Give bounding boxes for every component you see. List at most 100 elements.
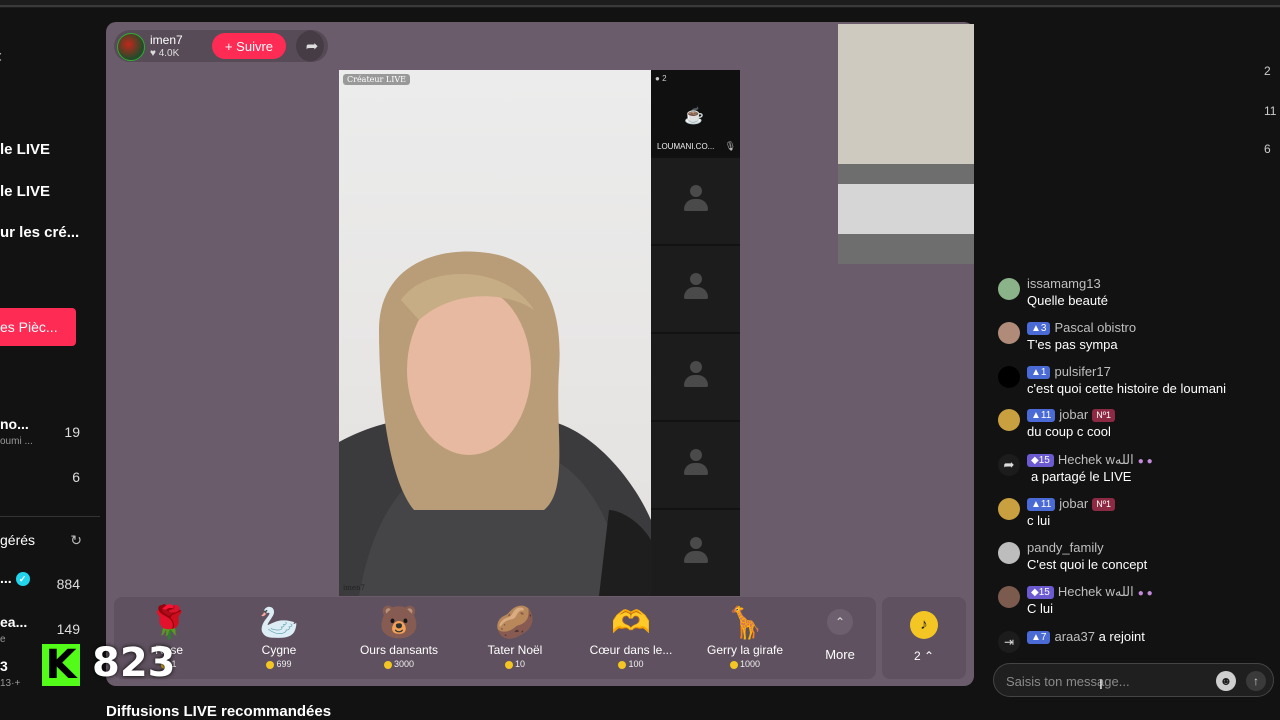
gift-ours-dansants[interactable]: 🐻 Ours dansants 3000 — [344, 597, 454, 679]
avatar[interactable] — [998, 586, 1020, 608]
top-divider — [0, 5, 1280, 7]
account-count: 19 — [64, 424, 80, 440]
level-value: 15 — [1038, 455, 1050, 466]
managed-section-title: gérés — [0, 532, 36, 548]
guest-count: ● 2 — [655, 74, 667, 83]
chat-user-line[interactable]: ▲11 jobar Nº1 — [1027, 496, 1116, 511]
left-sidebar: ‹ le LIVE le LIVE ur les cré... es Pièc.… — [0, 8, 100, 720]
person-placeholder-icon — [683, 449, 709, 479]
account-name[interactable]: no... — [0, 416, 29, 432]
chat-input-box: ☻ ↑ — [993, 663, 1274, 697]
gift-price: 100 — [576, 659, 686, 669]
gift-tater-noel[interactable]: 🥔 Tater Noël 10 — [460, 597, 570, 679]
chevron-up-icon: ⌃ — [827, 609, 853, 635]
gift-price: 1000 — [690, 659, 800, 669]
sidebar-menu-item-2[interactable]: le LIVE — [0, 183, 50, 200]
refresh-icon[interactable]: ↻ — [70, 532, 82, 549]
host-name: imen7 — [150, 33, 183, 47]
sidebar-menu-item-3[interactable]: ur les cré... — [0, 224, 79, 241]
gift-price-value: 3000 — [393, 659, 415, 669]
giraffe-icon: 🦒 — [725, 604, 765, 640]
rose-icon: 🌹 — [149, 604, 189, 640]
guest-slot-empty[interactable] — [651, 420, 740, 506]
managed-count: 884 — [56, 576, 80, 592]
guest-slot-1[interactable]: ● 2 ☕ LOUMANI.CO... 🎙 — [651, 70, 740, 156]
video-host-label: imen7 — [343, 584, 365, 592]
sidebar-menu-item-1[interactable]: le LIVE — [0, 141, 50, 158]
chat-user-line[interactable]: ▲11 jobar Nº1 — [1027, 407, 1116, 422]
rank-badge: Nº1 — [1092, 409, 1116, 422]
chat-user-line[interactable]: ▲7 araa37 a rejoint — [1027, 629, 1145, 644]
level-badge: ▲11 — [1027, 498, 1056, 511]
chevron-left-icon[interactable]: ‹ — [0, 46, 2, 67]
avatar[interactable] — [998, 366, 1020, 388]
chat-username[interactable]: issamamg13 — [1027, 276, 1101, 291]
chat-message: ◆15 Hechek wالله ● ● C lui — [998, 584, 1268, 624]
gift-price-value: 1000 — [739, 659, 761, 669]
send-icon[interactable]: ↑ — [1246, 671, 1266, 691]
follow-button[interactable]: + Suivre — [212, 33, 286, 59]
gift-name: Cœur dans le... — [589, 643, 673, 657]
chat-username: jobar — [1059, 496, 1089, 511]
guest-slot-empty[interactable] — [651, 332, 740, 418]
more-gifts-button[interactable]: ⌃ More — [814, 597, 866, 679]
browser-top-bar — [0, 0, 1280, 8]
gift-price: 3000 — [344, 659, 454, 669]
chat-username[interactable]: pandy_family — [1027, 540, 1104, 555]
person-placeholder-icon — [683, 273, 709, 303]
gift-coeur[interactable]: 🫶 Cœur dans le... 100 — [576, 597, 686, 679]
chat-message-input[interactable] — [1006, 671, 1206, 691]
swan-icon: 🦢 — [259, 604, 299, 640]
chat-username: Hechek wالله — [1057, 452, 1134, 467]
chat-message: pandy_family C'est quoi le concept — [998, 540, 1268, 580]
avatar[interactable] — [998, 498, 1020, 520]
chat-user-line[interactable]: ▲1 pulsifer17 — [1027, 364, 1111, 379]
chat-user-line[interactable]: ◆15 Hechek wالله ● ● — [1027, 452, 1153, 468]
avatar[interactable] — [998, 278, 1020, 300]
host-avatar[interactable] — [117, 33, 145, 61]
avatar[interactable] — [998, 322, 1020, 344]
get-coins-button[interactable]: es Pièc... — [0, 308, 76, 346]
chat-text: a rejoint — [1098, 629, 1145, 644]
coin-balance-button[interactable]: ♪ 2 ⌃ — [882, 597, 966, 679]
chat-message: ▲11 jobar Nº1 du coup c cool — [998, 407, 1268, 447]
join-icon: ⇥ — [998, 631, 1020, 653]
heart-hands-icon: 🫶 — [611, 604, 651, 640]
gift-cygne[interactable]: 🦢 Cygne 699 — [224, 597, 334, 679]
emoji-icon[interactable]: ☻ — [1216, 671, 1236, 691]
coin-icon — [618, 660, 627, 669]
managed-account-name[interactable]: ea... — [0, 614, 27, 630]
guest-column: ● 2 ☕ LOUMANI.CO... 🎙 — [651, 70, 740, 596]
managed-account-name[interactable]: 3 — [0, 658, 8, 674]
coin-icon — [504, 660, 513, 669]
guest-slot-empty[interactable] — [651, 156, 740, 242]
guest-slot-empty[interactable] — [651, 508, 740, 594]
mic-muted-icon: 🎙 — [724, 141, 736, 151]
kick-logo: K — [42, 644, 80, 686]
avatar[interactable] — [998, 542, 1020, 564]
guest-slot-empty[interactable] — [651, 244, 740, 330]
coin-icon — [729, 660, 738, 669]
chat-user-line[interactable]: ◆15 Hechek wالله ● ● — [1027, 584, 1153, 600]
managed-account[interactable]: ... ✓ — [0, 570, 30, 587]
chat-text: c lui — [1027, 513, 1051, 528]
gift-name: Tater Noël — [487, 643, 543, 657]
chat-username: Pascal obistro — [1054, 320, 1137, 335]
level-badge: ▲11 — [1027, 409, 1056, 422]
chat-user-line[interactable]: ▲3 Pascal obistro — [1027, 320, 1136, 335]
gift-gerry-la-girafe[interactable]: 🦒 Gerry la girafe 1000 — [690, 597, 800, 679]
managed-account-sub: e — [0, 634, 6, 645]
chat-message: ▲3 Pascal obistro T'es pas sympa — [998, 320, 1268, 360]
chat-text: a partagé le LIVE — [1031, 469, 1132, 484]
share-icon[interactable]: ➦ — [296, 30, 328, 62]
managed-account-sub: 13·+ — [0, 678, 21, 689]
sidebar-divider — [0, 516, 100, 517]
chat-text: du coup c cool — [1027, 424, 1111, 439]
coin-balance: 2 ⌃ — [882, 649, 966, 663]
tiktok-coin-icon: ♪ — [910, 611, 938, 639]
gift-bar: 🌹 Rose 1 🦢 Cygne 699 🐻 Ours dansants 300… — [114, 597, 876, 679]
avatar[interactable] — [998, 409, 1020, 431]
main-video[interactable]: Créateur LIVE imen7 — [339, 70, 651, 596]
heart-icon: ♥ — [150, 48, 156, 59]
bears-icon: 🐻 — [379, 604, 419, 640]
